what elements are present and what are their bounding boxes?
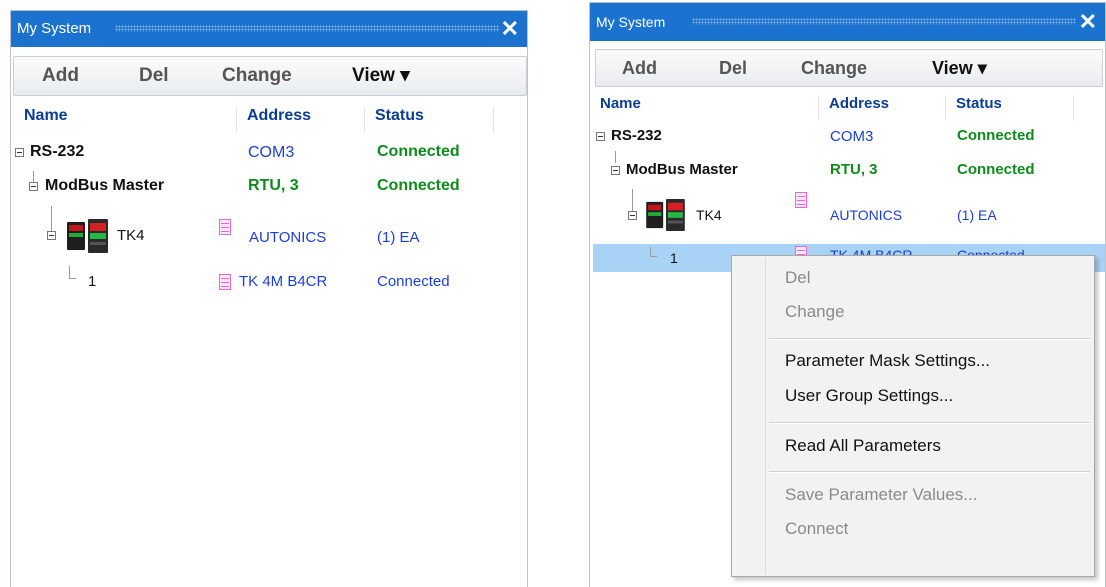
panel-title: My System	[17, 20, 92, 37]
tree-line	[69, 266, 70, 278]
tree-line	[632, 189, 633, 211]
modbus-address: RTU, 3	[830, 161, 878, 178]
column-divider[interactable]	[1073, 95, 1074, 121]
tk4-status: (1) EA	[957, 207, 997, 223]
column-divider[interactable]	[818, 95, 819, 121]
parameter-icon	[219, 274, 231, 290]
collapse-icon[interactable]	[15, 148, 24, 157]
menu-separator	[769, 338, 1090, 340]
drag-grip[interactable]	[692, 18, 1076, 25]
column-address[interactable]: Address	[829, 95, 889, 112]
column-name[interactable]: Name	[600, 95, 641, 112]
menu-item-read-all-parameters[interactable]: Read All Parameters	[785, 436, 941, 456]
tree-line	[51, 206, 52, 231]
rs232-address: COM3	[830, 128, 874, 145]
tree-node-modbus-master[interactable]: ModBus Master	[626, 161, 738, 178]
rs232-status: Connected	[957, 127, 1035, 144]
column-address[interactable]: Address	[247, 107, 311, 125]
modbus-address: RTU, 3	[248, 177, 299, 194]
collapse-icon[interactable]	[47, 231, 56, 240]
del-button[interactable]: Del	[139, 57, 169, 95]
tk4-address: AUTONICS	[249, 229, 327, 246]
column-divider[interactable]	[493, 107, 494, 133]
del-button[interactable]: Del	[719, 50, 747, 86]
close-icon[interactable]: ✕	[501, 11, 519, 47]
menu-item-del[interactable]: Del	[785, 268, 811, 288]
column-divider[interactable]	[945, 95, 946, 121]
add-button[interactable]: Add	[42, 57, 79, 95]
menu-icon-gutter	[765, 258, 766, 574]
change-button[interactable]: Change	[801, 50, 867, 86]
column-header: Name Address Status	[590, 95, 1105, 119]
temperature-controller-icon	[67, 219, 108, 253]
unit1-status: Connected	[377, 273, 450, 290]
column-status[interactable]: Status	[375, 107, 424, 125]
collapse-icon[interactable]	[29, 182, 38, 191]
column-status[interactable]: Status	[956, 95, 1002, 112]
rs232-address: COM3	[248, 144, 295, 161]
my-system-panel-left: My System ✕ Add Del Change View ▾ Name A…	[10, 10, 528, 587]
tree-line	[33, 171, 34, 182]
context-menu: Del Change Parameter Mask Settings... Us…	[731, 255, 1095, 577]
parameter-icon	[795, 192, 807, 208]
tree-line	[69, 278, 76, 279]
menu-item-save-parameter-values[interactable]: Save Parameter Values...	[785, 485, 977, 505]
unit1-address: TK 4M B4CR	[239, 273, 328, 290]
column-header: Name Address Status	[11, 107, 527, 131]
menu-separator	[769, 422, 1090, 424]
title-bar[interactable]: My System ✕	[590, 3, 1105, 41]
menu-item-user-group-settings[interactable]: User Group Settings...	[785, 386, 953, 406]
tree-node-tk4[interactable]: TK4	[117, 227, 145, 244]
tk4-address: AUTONICS	[830, 207, 903, 223]
tree-node-unit-1[interactable]: 1	[88, 273, 96, 290]
parameter-icon	[219, 219, 231, 235]
tree-line	[615, 151, 616, 163]
tree-line	[650, 247, 651, 256]
tree-node-unit-1[interactable]: 1	[670, 250, 678, 266]
tree-node-rs232[interactable]: RS-232	[30, 143, 84, 161]
tree-line	[650, 256, 657, 257]
toolbar: Add Del Change View ▾	[595, 49, 1103, 87]
column-divider[interactable]	[236, 107, 237, 133]
collapse-icon[interactable]	[611, 166, 620, 175]
tree-node-modbus-master[interactable]: ModBus Master	[45, 177, 164, 195]
modbus-status: Connected	[377, 177, 460, 194]
menu-separator	[769, 471, 1090, 473]
temperature-controller-icon	[646, 199, 685, 231]
column-name[interactable]: Name	[24, 107, 68, 125]
column-divider[interactable]	[364, 107, 365, 133]
view-button[interactable]: View ▾	[352, 57, 410, 95]
title-bar[interactable]: My System ✕	[11, 11, 527, 47]
rs232-status: Connected	[377, 143, 460, 160]
change-button[interactable]: Change	[222, 57, 292, 95]
tree-node-tk4[interactable]: TK4	[696, 207, 722, 223]
add-button[interactable]: Add	[622, 50, 657, 86]
view-button[interactable]: View ▾	[932, 50, 987, 86]
menu-item-change[interactable]: Change	[785, 302, 845, 322]
collapse-icon[interactable]	[596, 132, 605, 141]
close-icon[interactable]: ✕	[1079, 3, 1097, 41]
menu-item-parameter-mask-settings[interactable]: Parameter Mask Settings...	[785, 351, 990, 371]
menu-item-connect[interactable]: Connect	[785, 519, 848, 539]
toolbar: Add Del Change View ▾	[13, 56, 527, 96]
collapse-icon[interactable]	[628, 211, 637, 220]
drag-grip[interactable]	[115, 25, 499, 32]
tk4-status: (1) EA	[377, 229, 420, 246]
panel-title: My System	[596, 14, 666, 30]
tree-node-rs232[interactable]: RS-232	[611, 127, 662, 144]
modbus-status: Connected	[957, 161, 1035, 178]
